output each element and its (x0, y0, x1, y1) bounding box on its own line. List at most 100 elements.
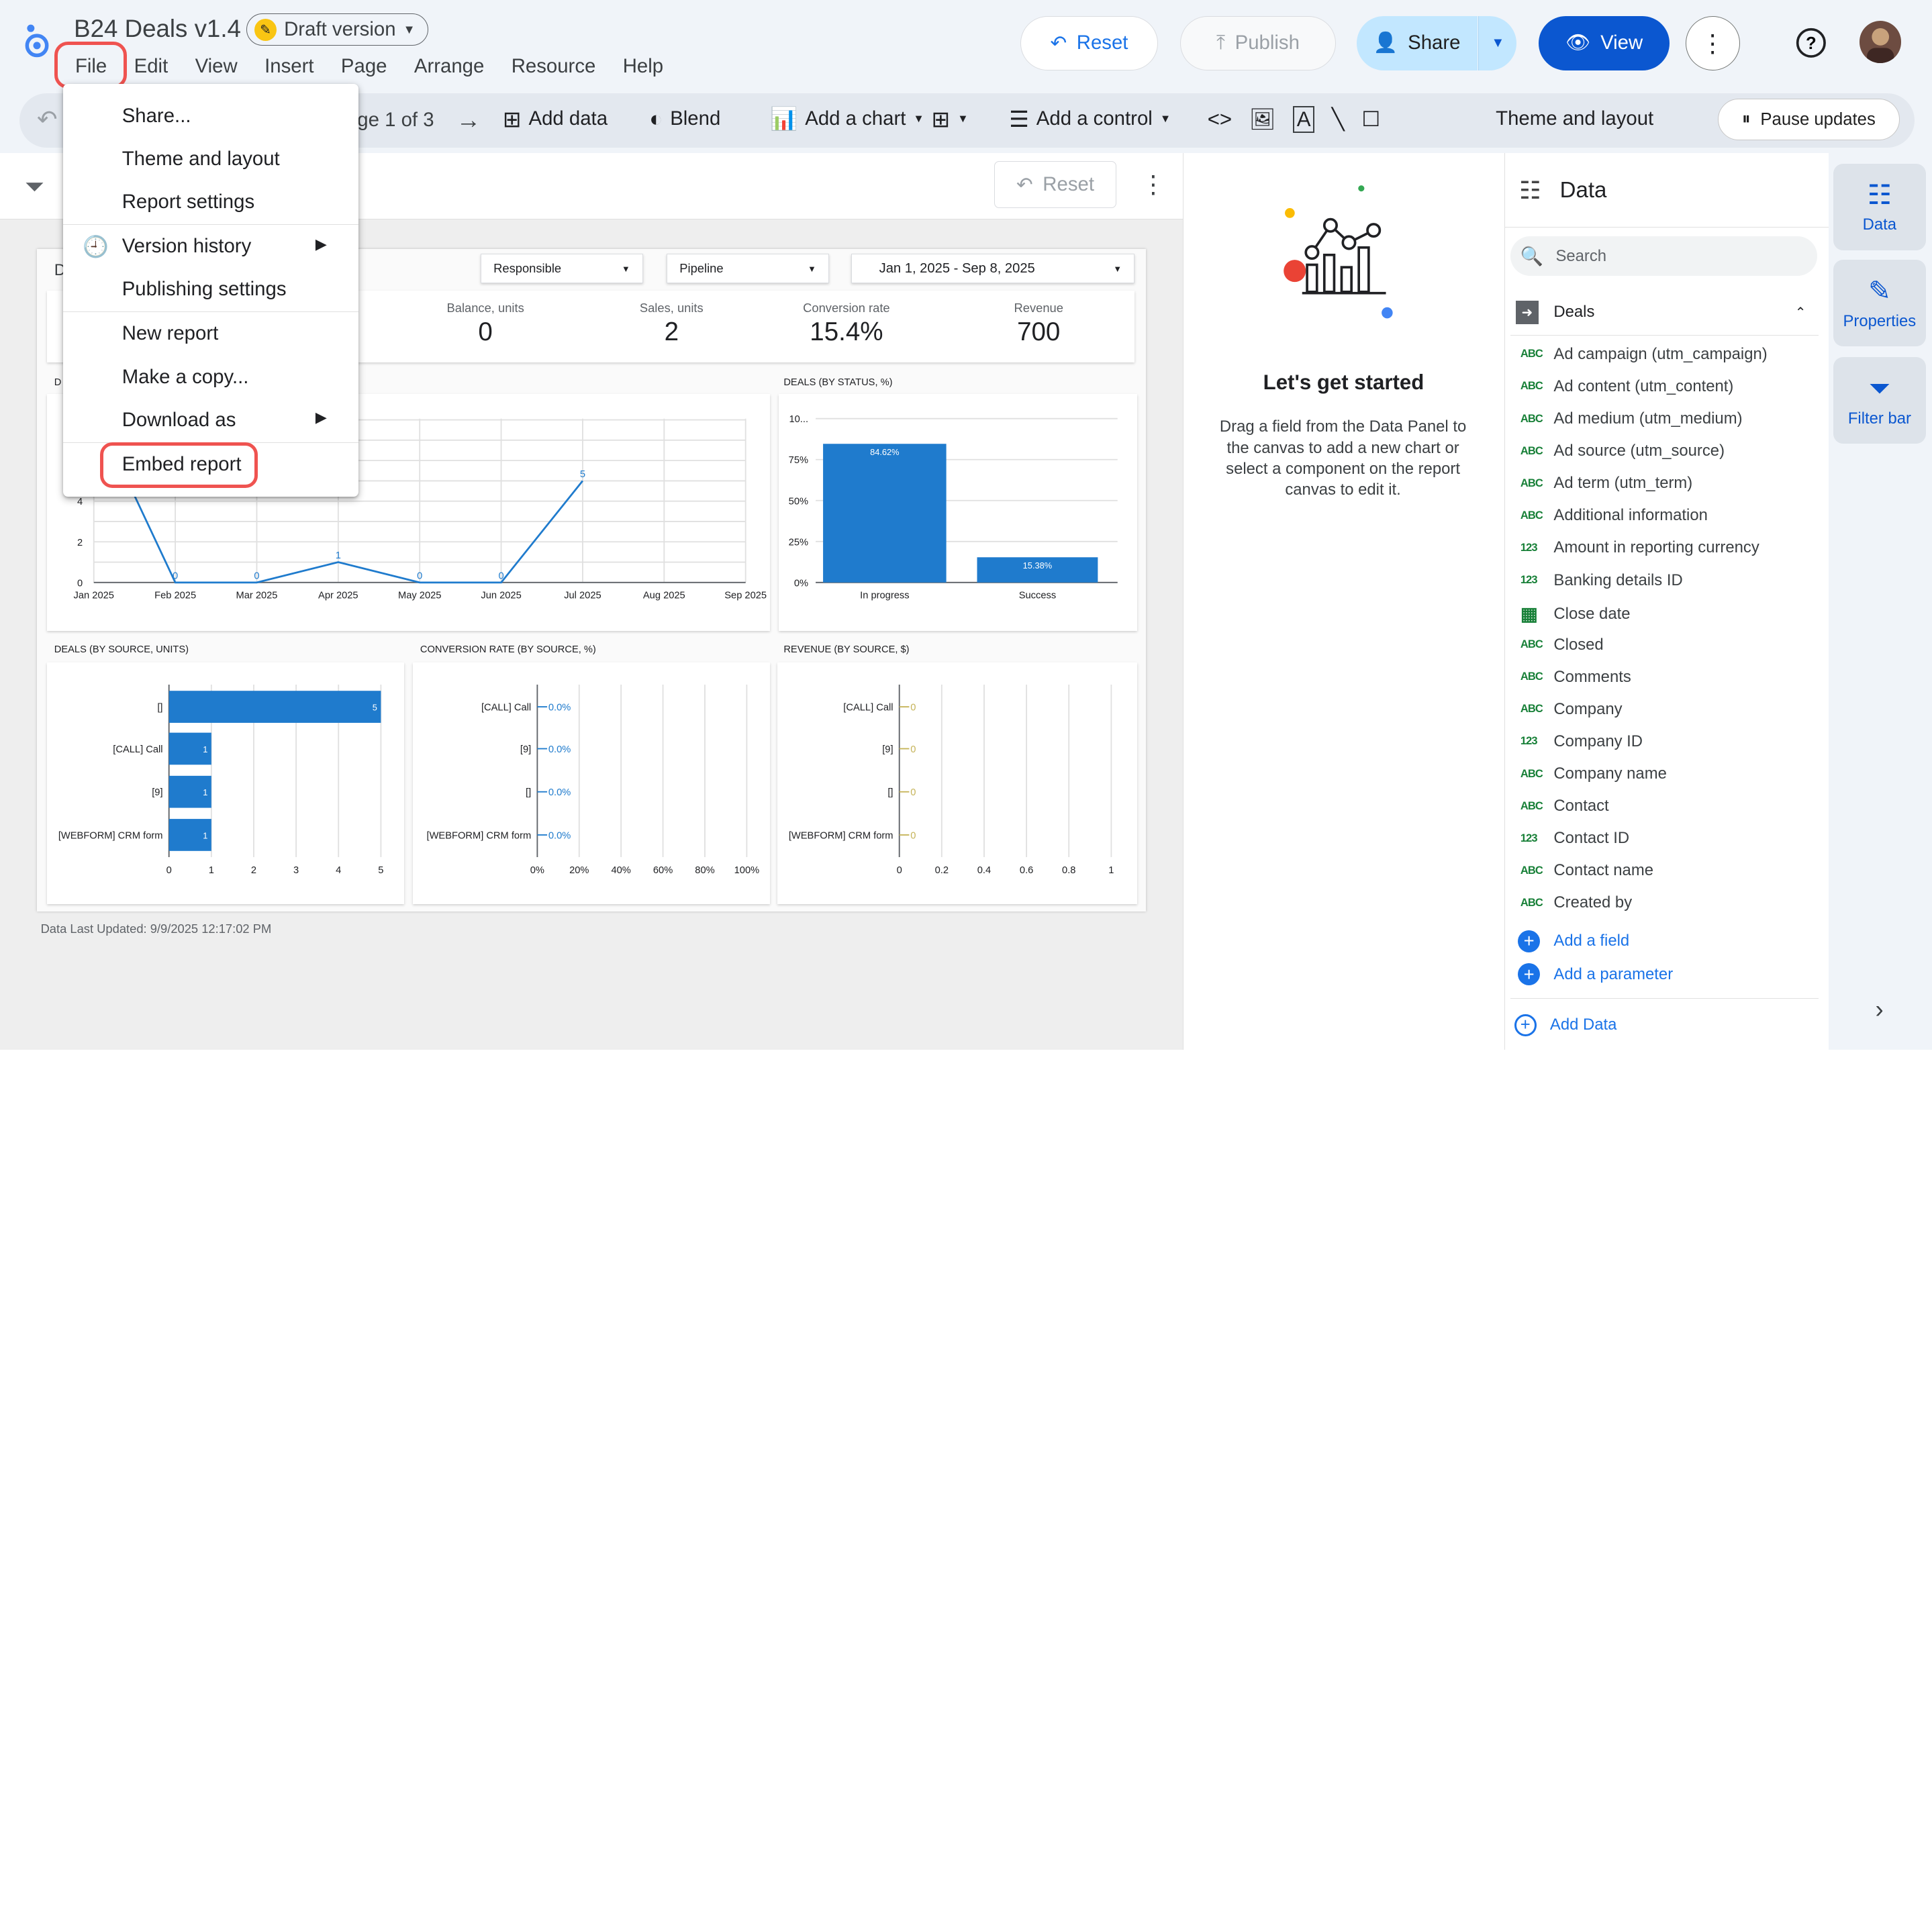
menu-resource[interactable]: Resource (498, 54, 610, 79)
menu-page[interactable]: Page (328, 54, 401, 79)
data-label: 0 (173, 571, 178, 582)
data-field-item[interactable]: 123 Contact ID (1520, 829, 1629, 848)
looker-studio-logo-icon[interactable] (22, 22, 54, 64)
field-type-icon: ABC (1520, 444, 1543, 457)
pipeline-filter[interactable]: Pipeline ▼ (666, 254, 830, 284)
x-tick-label: 0.4 (977, 865, 991, 876)
menu-item-make-copy[interactable]: Make a copy... (63, 356, 358, 397)
menu-help[interactable]: Help (610, 54, 677, 79)
x-tick-label: 100% (734, 865, 759, 876)
bar (823, 444, 947, 583)
data-field-item[interactable]: ABC Created by (1520, 893, 1632, 912)
menu-item-share[interactable]: Share... (63, 95, 358, 136)
menu-insert[interactable]: Insert (251, 54, 328, 79)
report-title[interactable]: B24 Deals v1.4 (74, 15, 241, 43)
canvas-reset-button[interactable]: ↶ Reset (994, 161, 1116, 209)
canvas-more-icon[interactable]: ⋮ (1141, 170, 1166, 199)
menu-item-theme[interactable]: Theme and layout (63, 138, 358, 180)
data-label: 0 (910, 788, 916, 799)
draft-version-badge[interactable]: ✎ Draft version ▼ (246, 13, 429, 46)
data-field-item[interactable]: ABC Ad campaign (utm_campaign) (1520, 345, 1768, 364)
line-icon[interactable]: ╲ (1332, 107, 1345, 132)
add-data-button[interactable]: ⊞ Add data (503, 106, 608, 132)
undo-icon[interactable]: ↶ (37, 105, 58, 134)
responsible-filter[interactable]: Responsible ▼ (480, 254, 644, 284)
embed-code-icon[interactable]: <> (1208, 107, 1232, 132)
rail-data-tab[interactable]: ☷ Data (1833, 164, 1926, 250)
menu-item-report-settings[interactable]: Report settings (63, 181, 358, 223)
data-field-item[interactable]: ABC Company (1520, 700, 1623, 719)
metric-revenue[interactable]: Revenue 700 (989, 301, 1088, 348)
page-indicator[interactable]: ge 1 of 3 → (357, 106, 481, 134)
share-button[interactable]: 👤 Share (1356, 15, 1478, 70)
data-field-item[interactable]: 123 Company ID (1520, 732, 1643, 751)
data-field-item[interactable]: ABC Contact (1520, 797, 1609, 816)
metric-balance[interactable]: Balance, units 0 (436, 301, 535, 348)
menu-edit[interactable]: Edit (120, 54, 181, 79)
date-range-label: Jan 1, 2025 - Sep 8, 2025 (879, 260, 1035, 276)
data-source-header[interactable]: ➜ Deals ⌃ (1515, 300, 1821, 324)
x-tick-label: Jun 2025 (481, 591, 521, 601)
data-field-item[interactable]: ABC Ad source (utm_source) (1520, 442, 1725, 460)
x-tick-label: 0 (897, 865, 902, 876)
menu-item-new-report[interactable]: New report (63, 313, 358, 354)
category-label: [WEBFORM] CRM form (58, 831, 163, 842)
reset-button[interactable]: ↶ Reset (1020, 15, 1159, 70)
community-viz-button[interactable]: ⊞ ▼ (932, 106, 969, 132)
x-tick-label: 4 (336, 865, 341, 876)
data-field-item[interactable]: ABC Closed (1520, 636, 1604, 654)
metric-sales[interactable]: Sales, units 2 (622, 301, 721, 348)
x-tick-label: Aug 2025 (643, 591, 685, 601)
add-control-button[interactable]: ☰ Add a control ▼ (1009, 106, 1171, 132)
menu-item-publishing-settings[interactable]: Publishing settings (63, 268, 358, 310)
add-chart-button[interactable]: 📊 Add a chart ▼ (770, 106, 924, 132)
image-icon[interactable]: 🖼 (1249, 107, 1276, 132)
data-search-input[interactable]: 🔍 Search (1510, 236, 1818, 277)
data-field-item[interactable]: ▦ Close date (1520, 603, 1631, 625)
field-name: Ad medium (utm_medium) (1553, 409, 1743, 428)
menu-item-version-history[interactable]: 🕘 Version history ▶ (63, 226, 358, 267)
data-field-item[interactable]: ABC Ad medium (utm_medium) (1520, 409, 1743, 428)
data-field-item[interactable]: ABC Ad content (utm_content) (1520, 377, 1733, 396)
menu-item-download-as[interactable]: Download as ▶ (63, 399, 358, 441)
data-label: 1 (203, 788, 207, 798)
data-field-item[interactable]: ABC Ad term (utm_term) (1520, 474, 1692, 493)
add-field-button[interactable]: + Add a field (1518, 930, 1629, 952)
date-range-control[interactable]: Jan 1, 2025 - Sep 8, 2025 ▼ (851, 254, 1135, 284)
filter-icon[interactable]: ⏷ (25, 172, 44, 201)
add-data-link[interactable]: + Add Data (1514, 1014, 1616, 1036)
data-updated-note: Data Last Updated: 9/9/2025 12:17:02 PM (40, 921, 272, 936)
shape-icon[interactable]: ☐ (1361, 107, 1380, 132)
more-options-button[interactable]: ⋮ (1685, 15, 1740, 70)
help-icon[interactable]: ? (1795, 27, 1827, 64)
search-placeholder: Search (1555, 246, 1607, 265)
chevron-right-icon[interactable]: › (1875, 995, 1883, 1024)
metric-conversion[interactable]: Conversion rate 15.4% (789, 301, 905, 348)
data-field-item[interactable]: ABC Company name (1520, 764, 1667, 783)
pause-updates-button[interactable]: ⏸ Pause updates (1717, 98, 1900, 141)
svg-text:?: ? (1806, 34, 1817, 53)
publish-button[interactable]: ⤒ Publish (1180, 15, 1336, 70)
data-field-item[interactable]: ABC Comments (1520, 668, 1631, 687)
data-label: 0.0% (548, 744, 571, 755)
theme-layout-button[interactable]: Theme and layout (1496, 107, 1653, 130)
add-parameter-button[interactable]: + Add a parameter (1518, 963, 1673, 986)
text-icon[interactable]: A (1293, 105, 1315, 133)
data-field-item[interactable]: ABC Contact name (1520, 861, 1653, 880)
avatar[interactable] (1859, 21, 1901, 63)
data-field-item[interactable]: 123 Amount in reporting currency (1520, 538, 1759, 557)
menu-view[interactable]: View (181, 54, 250, 79)
widgets-icon: ⊞ (931, 106, 951, 132)
view-button[interactable]: 👁 View (1539, 15, 1670, 70)
data-field-item[interactable]: 123 Banking details ID (1520, 571, 1683, 590)
menu-arrange[interactable]: Arrange (401, 54, 498, 79)
bar (168, 691, 381, 724)
data-field-item[interactable]: ABC Additional information (1520, 506, 1708, 525)
rail-filter-bar-tab[interactable]: ⏷ Filter bar (1833, 357, 1926, 444)
menu-bar: File Edit View Insert Page Arrange Resou… (62, 54, 677, 79)
blend-button[interactable]: ◐ Blend (649, 106, 720, 132)
collapse-icon[interactable]: ⌃ (1795, 304, 1806, 321)
rail-properties-tab[interactable]: ✎ Properties (1833, 260, 1926, 346)
x-tick-label: 1 (208, 865, 213, 876)
conversion-chart: 0% 20% 40% 60% 80% 100% [CALL] Call 0.0% [9] 0.0%… (426, 685, 759, 876)
